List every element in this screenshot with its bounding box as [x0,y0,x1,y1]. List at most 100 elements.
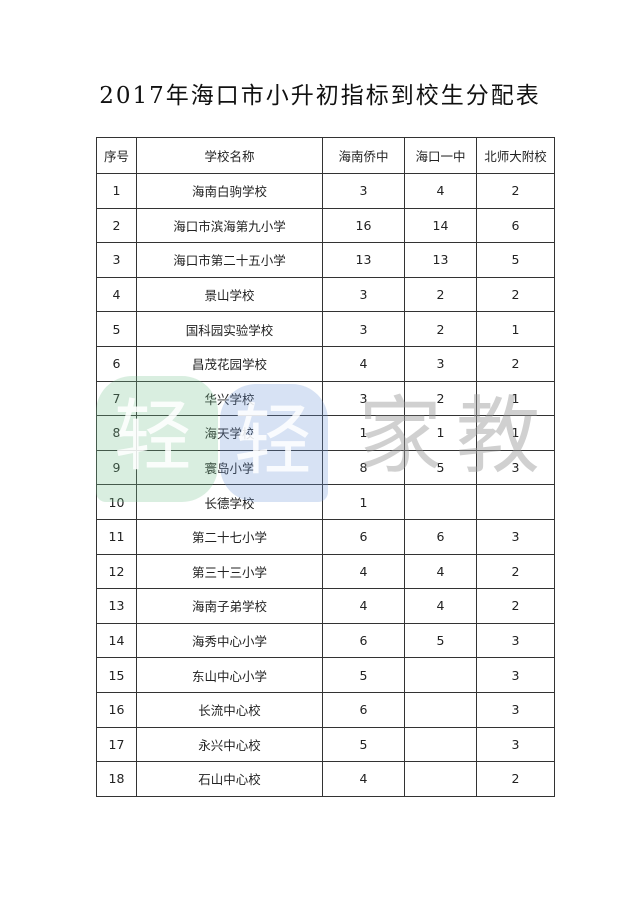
cell-hainan-qiaozhong: 6 [322,691,405,728]
table-row: 14 海秀中心小学 6 5 3 [96,622,555,659]
cell-bnu-affiliated: 3 [476,622,555,659]
cell-bnu-affiliated [476,484,555,520]
cell-hainan-qiaozhong: 4 [322,588,405,624]
cell-bnu-affiliated: 2 [476,173,555,209]
cell-school-name: 长德学校 [136,484,323,520]
cell-serial: 11 [96,518,137,555]
cell-haikou-yizhong: 4 [404,588,477,624]
cell-school-name: 海南白驹学校 [136,173,323,209]
table-row: 10 长德学校 1 [96,484,555,520]
table-row: 13 海南子弟学校 4 4 2 [96,588,555,624]
cell-school-name: 东山中心小学 [136,657,323,693]
cell-school-name: 海秀中心小学 [136,622,323,659]
cell-serial: 8 [96,415,137,451]
cell-bnu-affiliated: 2 [476,761,555,797]
cell-bnu-affiliated: 2 [476,345,555,382]
cell-bnu-affiliated: 3 [476,726,555,763]
cell-hainan-qiaozhong: 5 [322,657,405,693]
table-row: 11 第二十七小学 6 6 3 [96,518,555,555]
cell-school-name: 第三十三小学 [136,553,323,590]
table-row: 16 长流中心校 6 3 [96,691,555,728]
cell-school-name: 景山学校 [136,276,323,313]
cell-bnu-affiliated: 3 [476,518,555,555]
cell-serial: 2 [96,207,137,244]
cell-school-name: 海口市第二十五小学 [136,242,323,278]
header-school-name: 学校名称 [136,137,323,174]
cell-bnu-affiliated: 3 [476,691,555,728]
header-haikou-yizhong: 海口一中 [404,137,477,174]
cell-serial: 18 [96,761,137,797]
cell-school-name: 永兴中心校 [136,726,323,763]
cell-bnu-affiliated: 2 [476,588,555,624]
cell-haikou-yizhong [404,726,477,763]
cell-hainan-qiaozhong: 5 [322,726,405,763]
cell-bnu-affiliated: 3 [476,449,555,486]
table-row: 6 昌茂花园学校 4 3 2 [96,345,555,382]
cell-school-name: 长流中心校 [136,691,323,728]
cell-serial: 3 [96,242,137,278]
table-row: 18 石山中心校 4 2 [96,761,555,797]
table-row: 15 东山中心小学 5 3 [96,657,555,693]
cell-serial: 14 [96,622,137,659]
table-row: 17 永兴中心校 5 3 [96,726,555,763]
cell-bnu-affiliated: 1 [476,415,555,451]
cell-serial: 10 [96,484,137,520]
table-row: 9 寰岛小学 8 5 3 [96,449,555,486]
cell-school-name: 海天学校 [136,415,323,451]
cell-haikou-yizhong [404,691,477,728]
cell-haikou-yizhong: 14 [404,207,477,244]
table-row: 3 海口市第二十五小学 13 13 5 [96,242,555,278]
cell-hainan-qiaozhong: 3 [322,173,405,209]
cell-haikou-yizhong: 6 [404,518,477,555]
cell-serial: 1 [96,173,137,209]
cell-serial: 4 [96,276,137,313]
cell-school-name: 海口市滨海第九小学 [136,207,323,244]
cell-serial: 12 [96,553,137,590]
cell-hainan-qiaozhong: 8 [322,449,405,486]
cell-hainan-qiaozhong: 3 [322,380,405,417]
table-row: 5 国科园实验学校 3 2 1 [96,311,555,347]
cell-haikou-yizhong: 2 [404,276,477,313]
cell-haikou-yizhong: 13 [404,242,477,278]
cell-bnu-affiliated: 1 [476,380,555,417]
cell-haikou-yizhong: 2 [404,380,477,417]
cell-serial: 7 [96,380,137,417]
table-row: 4 景山学校 3 2 2 [96,276,555,313]
cell-school-name: 海南子弟学校 [136,588,323,624]
cell-serial: 17 [96,726,137,763]
cell-hainan-qiaozhong: 4 [322,553,405,590]
cell-haikou-yizhong: 3 [404,345,477,382]
table-row: 12 第三十三小学 4 4 2 [96,553,555,590]
cell-hainan-qiaozhong: 3 [322,276,405,313]
table-row: 7 华兴学校 3 2 1 [96,380,555,417]
cell-serial: 5 [96,311,137,347]
cell-school-name: 石山中心校 [136,761,323,797]
cell-hainan-qiaozhong: 6 [322,622,405,659]
cell-serial: 15 [96,657,137,693]
allocation-table: 序号 学校名称 海南侨中 海口一中 北师大附校 1 海南白驹学校 3 4 2 2 海口市滨海… [96,137,555,797]
cell-school-name: 华兴学校 [136,380,323,417]
cell-serial: 13 [96,588,137,624]
cell-school-name: 寰岛小学 [136,449,323,486]
cell-school-name: 国科园实验学校 [136,311,323,347]
header-hainan-qiaozhong: 海南侨中 [322,137,405,174]
table-row: 1 海南白驹学校 3 4 2 [96,173,555,209]
cell-bnu-affiliated: 3 [476,657,555,693]
cell-serial: 9 [96,449,137,486]
cell-bnu-affiliated: 6 [476,207,555,244]
cell-haikou-yizhong: 5 [404,449,477,486]
table-header-row: 序号 学校名称 海南侨中 海口一中 北师大附校 [96,137,555,174]
cell-haikou-yizhong [404,657,477,693]
cell-hainan-qiaozhong: 3 [322,311,405,347]
cell-haikou-yizhong: 1 [404,415,477,451]
cell-haikou-yizhong: 4 [404,173,477,209]
table-row: 8 海天学校 1 1 1 [96,415,555,451]
cell-hainan-qiaozhong: 1 [322,415,405,451]
cell-school-name: 昌茂花园学校 [136,345,323,382]
cell-serial: 16 [96,691,137,728]
cell-school-name: 第二十七小学 [136,518,323,555]
cell-haikou-yizhong [404,761,477,797]
cell-hainan-qiaozhong: 1 [322,484,405,520]
cell-hainan-qiaozhong: 4 [322,345,405,382]
page-title: 2017年海口市小升初指标到校生分配表 [99,83,541,109]
